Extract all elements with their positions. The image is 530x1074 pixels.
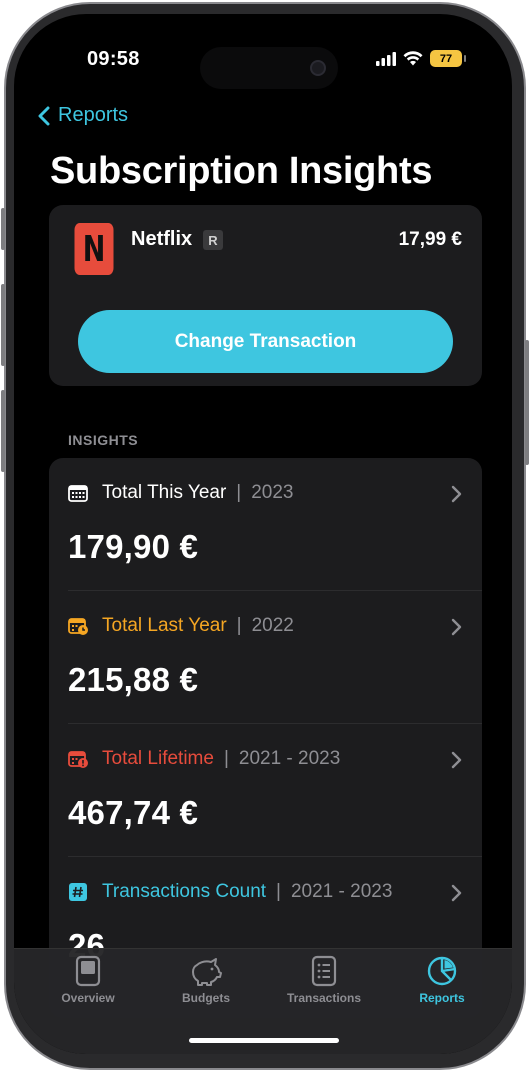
battery-icon: 77 (430, 50, 466, 67)
power-button (525, 340, 529, 465)
piggy-bank-icon (192, 958, 222, 986)
dynamic-island (200, 47, 338, 89)
overview-icon (75, 955, 101, 987)
row-title: Total Lifetime (102, 748, 214, 769)
tab-reports[interactable]: Reports (387, 955, 497, 1005)
row-title: Total Last Year (102, 615, 227, 636)
chevron-right-icon (451, 884, 462, 902)
change-transaction-button[interactable]: Change Transaction (78, 310, 453, 373)
receipt-icon (311, 955, 337, 987)
chevron-left-icon (38, 106, 50, 125)
insights-section-label: INSIGHTS (68, 432, 139, 448)
tab-overview[interactable]: Overview (33, 955, 143, 1005)
volume-up-button (1, 284, 5, 366)
tab-label: Reports (419, 991, 465, 1005)
row-title: Total This Year (102, 482, 227, 503)
insights-list: Total This Year | 2023 179,90 € Total La… (49, 458, 482, 1018)
row-period: 2021 - 2023 (290, 881, 393, 902)
subscription-name: Netflix (131, 228, 193, 250)
row-separator: | (223, 748, 229, 769)
wifi-icon (403, 51, 423, 66)
row-period: 2023 (251, 482, 294, 503)
row-header: Total Lifetime | 2021 - 2023 (68, 748, 340, 770)
back-label: Reports (58, 104, 129, 126)
tab-label: Overview (61, 991, 115, 1005)
netflix-logo: N (74, 223, 114, 275)
calendar-alert-icon (68, 751, 88, 768)
row-separator: | (276, 881, 281, 902)
subscription-price: 17,99 € (398, 229, 462, 250)
back-button[interactable]: Reports (38, 104, 128, 127)
front-camera (310, 60, 326, 76)
home-indicator[interactable] (189, 1038, 339, 1043)
row-header: Total Last Year | 2022 (68, 615, 294, 637)
status-icons: 77 (376, 50, 466, 67)
row-header: Total This Year | 2023 (68, 482, 294, 504)
row-separator: | (236, 615, 242, 636)
page-title: Subscription Insights (50, 150, 433, 192)
row-period: 2021 - 2023 (238, 748, 341, 769)
row-separator: | (236, 482, 242, 503)
tab-budgets[interactable]: Budgets (151, 955, 261, 1005)
hash-icon (69, 883, 87, 901)
chevron-right-icon (451, 618, 462, 636)
status-time: 09:58 (87, 48, 140, 70)
battery-level: 77 (439, 52, 453, 65)
insight-row-lifetime[interactable]: Total Lifetime | 2021 - 2023 467,74 € (49, 724, 482, 857)
screen: 09:58 77 Reports Subscription Insights N… (14, 14, 512, 1054)
action-button (1, 208, 5, 250)
tab-transactions[interactable]: Transactions (269, 955, 379, 1005)
tab-label: Transactions (286, 991, 362, 1005)
signal-icon (376, 51, 396, 66)
insight-row-last-year[interactable]: Total Last Year | 2022 215,88 € (49, 591, 482, 724)
insight-row-this-year[interactable]: Total This Year | 2023 179,90 € (49, 458, 482, 591)
row-value: 467,74 € (68, 794, 199, 831)
volume-down-button (1, 390, 5, 472)
row-title: Transactions Count (102, 881, 267, 902)
chevron-right-icon (451, 751, 462, 769)
tab-label: Budgets (182, 991, 230, 1005)
recurring-badge: R (203, 230, 223, 250)
subscription-card: N Netflix R 17,99 € Change Transaction (49, 205, 482, 386)
row-period: 2022 (251, 615, 294, 636)
calendar-icon (68, 485, 88, 502)
row-value: 215,88 € (68, 661, 199, 698)
pie-chart-icon (427, 956, 457, 986)
row-header: Transactions Count | 2021 - 2023 (68, 881, 392, 903)
calendar-clock-icon (68, 618, 88, 635)
row-value: 179,90 € (68, 528, 199, 565)
chevron-right-icon (451, 485, 462, 503)
